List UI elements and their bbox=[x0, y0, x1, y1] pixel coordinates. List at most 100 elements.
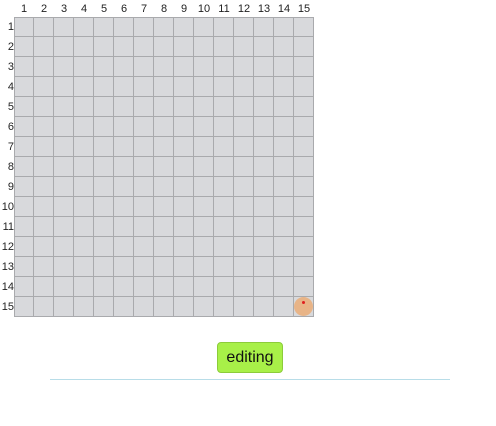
board-cell[interactable] bbox=[214, 257, 234, 277]
board-cell[interactable] bbox=[14, 277, 34, 297]
board-cell[interactable] bbox=[74, 177, 94, 197]
board-cell[interactable] bbox=[274, 277, 294, 297]
board-cell[interactable] bbox=[294, 297, 314, 317]
board-cell[interactable] bbox=[154, 297, 174, 317]
board-cell[interactable] bbox=[14, 57, 34, 77]
board-cell[interactable] bbox=[154, 137, 174, 157]
board-cell[interactable] bbox=[294, 97, 314, 117]
board-cell[interactable] bbox=[134, 77, 154, 97]
board-cell[interactable] bbox=[154, 77, 174, 97]
board-cell[interactable] bbox=[214, 197, 234, 217]
board-cell[interactable] bbox=[254, 37, 274, 57]
board-cell[interactable] bbox=[54, 297, 74, 317]
board-cell[interactable] bbox=[174, 117, 194, 137]
board-cell[interactable] bbox=[74, 277, 94, 297]
board-cell[interactable] bbox=[234, 237, 254, 257]
board-cell[interactable] bbox=[94, 237, 114, 257]
board-cell[interactable] bbox=[154, 57, 174, 77]
board-cell[interactable] bbox=[14, 17, 34, 37]
board-cell[interactable] bbox=[34, 117, 54, 137]
board-cell[interactable] bbox=[294, 257, 314, 277]
board-cell[interactable] bbox=[134, 117, 154, 137]
board-cell[interactable] bbox=[274, 37, 294, 57]
board-cell[interactable] bbox=[14, 237, 34, 257]
board-cell[interactable] bbox=[274, 217, 294, 237]
board-cell[interactable] bbox=[174, 177, 194, 197]
board-cell[interactable] bbox=[114, 197, 134, 217]
board-cell[interactable] bbox=[54, 77, 74, 97]
board-cell[interactable] bbox=[54, 157, 74, 177]
board-cell[interactable] bbox=[174, 37, 194, 57]
board-cell[interactable] bbox=[54, 117, 74, 137]
board-cell[interactable] bbox=[154, 237, 174, 257]
board-cell[interactable] bbox=[114, 57, 134, 77]
board-cell[interactable] bbox=[54, 237, 74, 257]
board-cell[interactable] bbox=[234, 177, 254, 197]
board-cell[interactable] bbox=[214, 97, 234, 117]
board-cell[interactable] bbox=[214, 297, 234, 317]
board-cell[interactable] bbox=[74, 97, 94, 117]
board-cell[interactable] bbox=[74, 257, 94, 277]
board-cell[interactable] bbox=[194, 57, 214, 77]
board-cell[interactable] bbox=[294, 237, 314, 257]
board-cell[interactable] bbox=[54, 257, 74, 277]
board-cell[interactable] bbox=[174, 277, 194, 297]
board-cell[interactable] bbox=[114, 137, 134, 157]
board-cell[interactable] bbox=[274, 117, 294, 137]
board-cell[interactable] bbox=[114, 177, 134, 197]
board-cell[interactable] bbox=[134, 17, 154, 37]
board-cell[interactable] bbox=[34, 237, 54, 257]
board-cell[interactable] bbox=[274, 57, 294, 77]
board-cell[interactable] bbox=[54, 197, 74, 217]
board-cell[interactable] bbox=[54, 137, 74, 157]
board-cell[interactable] bbox=[194, 237, 214, 257]
board-cell[interactable] bbox=[274, 297, 294, 317]
board-cell[interactable] bbox=[154, 37, 174, 57]
board-cell[interactable] bbox=[14, 217, 34, 237]
board-cell[interactable] bbox=[114, 17, 134, 37]
board-cell[interactable] bbox=[94, 137, 114, 157]
board-cell[interactable] bbox=[34, 217, 54, 237]
board-cell[interactable] bbox=[34, 297, 54, 317]
board-cell[interactable] bbox=[174, 217, 194, 237]
board-cell[interactable] bbox=[134, 137, 154, 157]
board-cell[interactable] bbox=[74, 17, 94, 37]
board-cell[interactable] bbox=[54, 217, 74, 237]
board-cell[interactable] bbox=[274, 257, 294, 277]
board-cell[interactable] bbox=[94, 117, 114, 137]
board-cell[interactable] bbox=[34, 37, 54, 57]
board-cell[interactable] bbox=[194, 117, 214, 137]
board-cell[interactable] bbox=[174, 297, 194, 317]
board-cell[interactable] bbox=[34, 57, 54, 77]
board-cell[interactable] bbox=[294, 197, 314, 217]
board-cell[interactable] bbox=[154, 217, 174, 237]
board-cell[interactable] bbox=[234, 37, 254, 57]
board-cell[interactable] bbox=[294, 57, 314, 77]
board-cell[interactable] bbox=[274, 157, 294, 177]
board-cell[interactable] bbox=[14, 297, 34, 317]
game-board[interactable] bbox=[14, 17, 314, 317]
board-cell[interactable] bbox=[94, 257, 114, 277]
board-cell[interactable] bbox=[214, 17, 234, 37]
board-cell[interactable] bbox=[74, 237, 94, 257]
board-cell[interactable] bbox=[34, 257, 54, 277]
board-cell[interactable] bbox=[174, 157, 194, 177]
board-cell[interactable] bbox=[294, 277, 314, 297]
board-cell[interactable] bbox=[154, 277, 174, 297]
board-cell[interactable] bbox=[254, 97, 274, 117]
board-cell[interactable] bbox=[134, 237, 154, 257]
board-cell[interactable] bbox=[234, 57, 254, 77]
board-cell[interactable] bbox=[34, 277, 54, 297]
board-cell[interactable] bbox=[194, 37, 214, 57]
board-cell[interactable] bbox=[234, 97, 254, 117]
board-cell[interactable] bbox=[154, 97, 174, 117]
board-cell[interactable] bbox=[254, 197, 274, 217]
board-cell[interactable] bbox=[74, 297, 94, 317]
board-cell[interactable] bbox=[94, 97, 114, 117]
board-cell[interactable] bbox=[294, 17, 314, 37]
board-cell[interactable] bbox=[14, 177, 34, 197]
board-cell[interactable] bbox=[294, 77, 314, 97]
board-cell[interactable] bbox=[74, 197, 94, 217]
board-cell[interactable] bbox=[154, 197, 174, 217]
board-cell[interactable] bbox=[34, 197, 54, 217]
